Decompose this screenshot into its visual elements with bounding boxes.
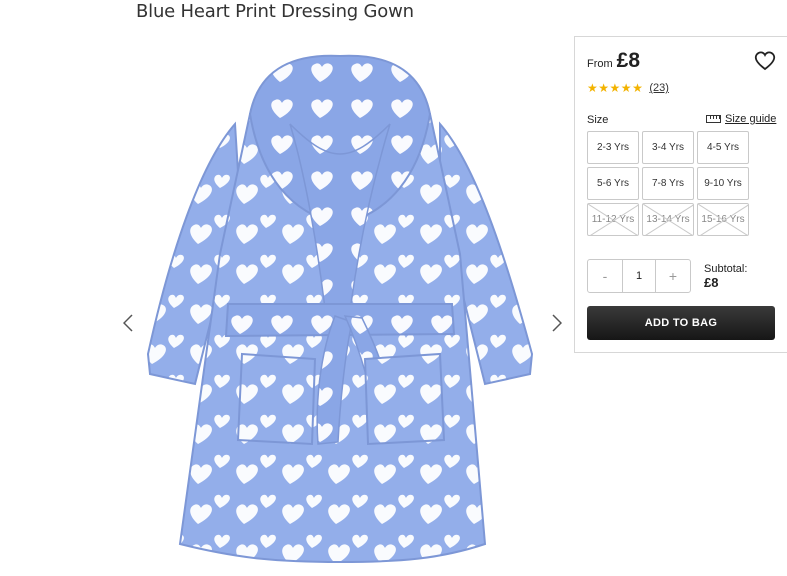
quantity-increase-button[interactable]: + [656,260,690,292]
size-option-13-14[interactable]: 13-14 Yrs [642,203,694,236]
size-option-7-8[interactable]: 7-8 Yrs [642,167,694,200]
size-option-label: 9-10 Yrs [704,178,742,189]
product-image-gallery [110,34,570,576]
size-option-label: 4-5 Yrs [706,142,740,153]
size-option-5-6[interactable]: 5-6 Yrs [587,167,639,200]
size-option-15-16[interactable]: 15-16 Yrs [697,203,749,236]
star-icon: ★ [620,81,633,95]
size-option-3-4[interactable]: 3-4 Yrs [642,131,694,164]
size-options: 2-3 Yrs 3-4 Yrs 4-5 Yrs 5-6 Yrs 7-8 Yrs … [587,131,749,236]
chevron-right-icon [552,314,562,332]
quantity-decrease-button[interactable]: - [588,260,622,292]
unavailable-cross-icon [643,204,693,235]
size-option-9-10[interactable]: 9-10 Yrs [697,167,749,200]
wishlist-button[interactable] [754,51,776,71]
size-guide-label: Size guide [725,113,777,125]
size-option-11-12[interactable]: 11-12 Yrs [587,203,639,236]
review-count-link[interactable]: (23) [649,82,669,94]
price-row: From £8 [587,49,640,73]
size-option-label: 7-8 Yrs [651,178,685,189]
unavailable-cross-icon [588,204,638,235]
ruler-icon [706,115,721,123]
heart-outline-icon [754,51,776,71]
size-guide-link[interactable]: Size guide [706,113,776,125]
size-option-label: 2-3 Yrs [596,142,630,153]
product-image [146,54,534,564]
subtotal: Subtotal: £8 [704,263,747,289]
price-from-label: From [587,58,613,70]
size-option-4-5[interactable]: 4-5 Yrs [697,131,749,164]
previous-image-button[interactable] [118,311,138,335]
quantity-stepper: - 1 + [587,259,691,293]
subtotal-amount: £8 [704,275,719,290]
star-icon: ★ [609,81,621,95]
add-to-bag-button[interactable]: ADD TO BAG [587,306,775,340]
product-title: Blue Heart Print Dressing Gown [136,1,414,22]
next-image-button[interactable] [547,311,567,335]
star-icon: ★ [587,81,599,95]
quantity-input[interactable]: 1 [622,260,656,292]
chevron-left-icon [123,314,133,332]
star-icon: ★ [598,81,610,95]
size-option-label: 3-4 Yrs [651,142,685,153]
purchase-panel: From £8 ★★★★★ (23) Size Size guide 2-3 Y… [574,36,787,353]
star-icon: ★ [632,81,644,95]
unavailable-cross-icon [698,204,748,235]
star-rating-icons: ★★★★★ [587,81,643,95]
size-option-label: 5-6 Yrs [596,178,630,189]
size-label: Size [587,114,609,126]
size-option-2-3[interactable]: 2-3 Yrs [587,131,639,164]
rating: ★★★★★ (23) [587,81,669,95]
price: £8 [616,49,641,72]
